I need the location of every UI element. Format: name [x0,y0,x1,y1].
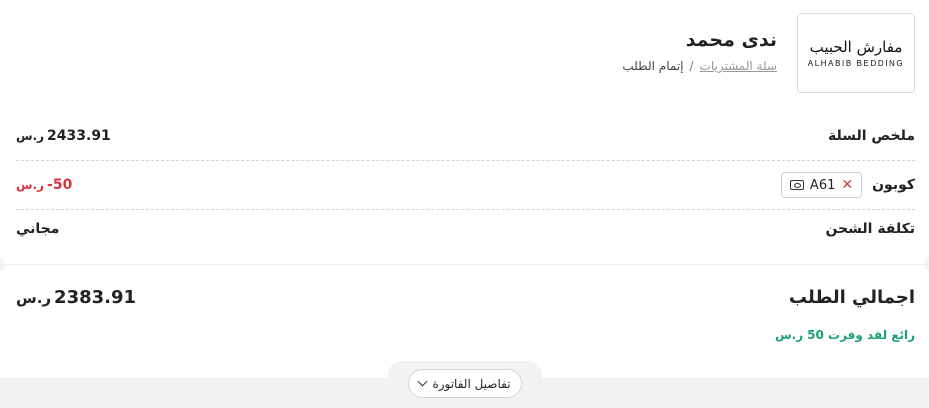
section-divider [0,264,929,265]
shipping-row: مجاني تكلفة الشحن [16,221,915,237]
breadcrumb: سلة المشتريات / إتمام الطلب [622,59,777,73]
shipping-label: تكلفة الشحن [825,221,915,237]
breadcrumb-separator: / [689,59,694,73]
chevron-down-icon [417,376,428,387]
ticket-icon [789,180,804,190]
currency-symbol: ر.س [16,178,45,192]
order-total-value: ر.س 2383.91 [16,287,136,308]
currency-symbol: ر.س [16,129,45,143]
checkout-summary-card: مفارش الحبيب ALHABIB BEDDING ندى محمد سل… [0,0,929,378]
notch-left [0,258,4,270]
coupon-row: ر.س -50 كوبون A61 ✕ [16,172,915,198]
order-total-row: ر.س 2383.91 اجمالي الطلب [16,287,915,308]
order-total-amount: 2383.91 [54,287,137,308]
cart-summary-amount: 2433.91 [47,128,111,144]
coupon-label: كوبون [872,177,915,193]
cart-summary-row: ر.س 2433.91 ملخص السلة [16,128,915,144]
invoice-details-label: تفاصيل الفاتورة [432,376,511,391]
currency-symbol: ر.س [775,328,804,342]
currency-symbol: ر.س [16,288,52,307]
cart-summary-label: ملخص السلة [828,128,915,144]
coupon-group: كوبون A61 ✕ [780,172,915,198]
coupon-discount-value: ر.س -50 [16,177,72,193]
row-divider [16,209,915,210]
logo-english-text: ALHABIB BEDDING [807,59,905,68]
cart-summary-value: ر.س 2433.91 [16,128,111,144]
breadcrumb-current: إتمام الطلب [622,59,684,73]
store-name: ندى محمد [685,29,777,51]
order-total-label: اجمالي الطلب [788,287,915,308]
coupon-chip: A61 ✕ [780,172,863,198]
logo-arabic-text: مفارش الحبيب [809,38,903,56]
savings-message: رائع لقد وفرت 50 ر.س [775,328,915,342]
shipping-value: مجاني [16,221,60,237]
coupon-code: A61 [809,177,836,193]
breadcrumb-cart-link[interactable]: سلة المشتريات [700,59,777,73]
store-logo[interactable]: مفارش الحبيب ALHABIB BEDDING [797,13,915,93]
row-divider [16,160,915,161]
notch-right [925,258,929,270]
invoice-details-button[interactable]: تفاصيل الفاتورة [408,369,522,398]
remove-coupon-close-icon[interactable]: ✕ [841,177,853,193]
coupon-discount-amount: -50 [47,177,73,193]
savings-text: رائع لقد وفرت 50 [807,328,915,342]
